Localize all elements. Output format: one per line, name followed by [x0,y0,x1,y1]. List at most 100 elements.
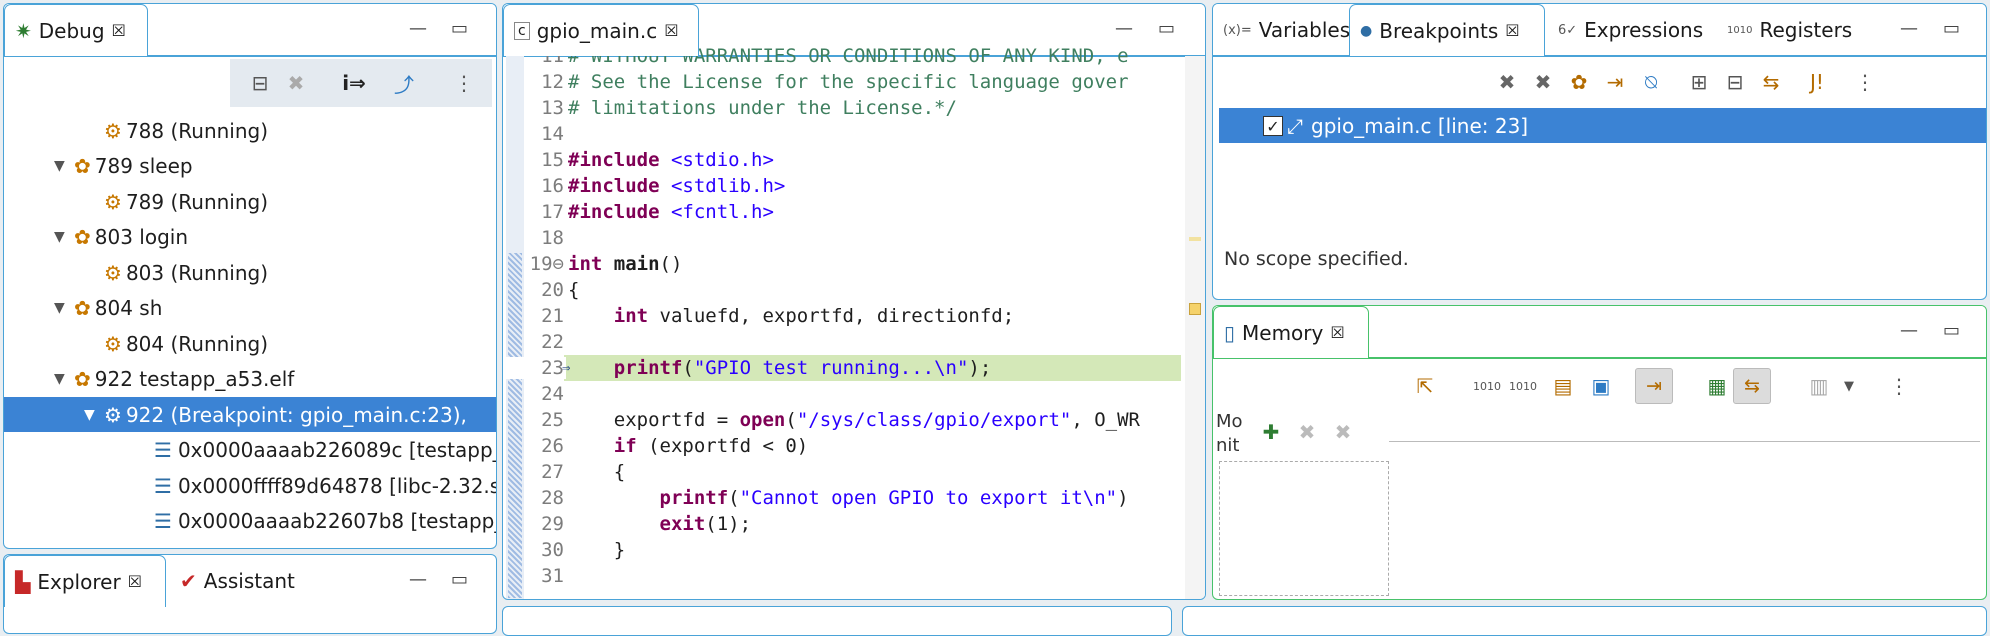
breakpoint-row[interactable]: ✓ ⤢ gpio_main.c [line: 23] [1219,108,1986,143]
goto-file-icon[interactable]: ⇥ [1603,70,1627,94]
tab-breakpoints[interactable]: ● Breakpoints ☒ [1349,4,1545,56]
minimize-icon[interactable]: — [1900,320,1918,341]
tree-item[interactable]: ⚙ 803 (Running) [4,255,496,290]
expand-arrow-icon[interactable]: ▼ [54,300,70,316]
code-line[interactable]: 24 [506,381,1181,407]
dropdown-icon[interactable]: ▼ [1837,374,1861,398]
tree-item[interactable]: ⚙ 804 (Running) [4,326,496,361]
new-tab-icon[interactable]: ▤ [1551,374,1575,398]
close-icon[interactable]: ☒ [1505,21,1519,40]
tree-item[interactable]: ⚙ 789 (Running) [4,184,496,219]
code-line[interactable]: 19⊖ int main() [506,251,1181,277]
close-icon[interactable]: ☒ [128,572,142,591]
expand-arrow-icon[interactable]: ▼ [54,229,70,245]
maximize-icon[interactable]: ▭ [451,18,468,39]
minimize-icon[interactable]: — [409,18,427,39]
tab-variables[interactable]: (x)= Variables [1213,4,1360,56]
minimize-icon[interactable]: — [1900,18,1918,39]
tab-registers[interactable]: 1010 Registers [1717,4,1862,56]
remove-all-icon[interactable]: ✖ [1531,70,1555,94]
remove-terminated-icon[interactable]: ✖ [284,71,308,95]
tree-item[interactable]: ▼ ✿ 789 sleep [4,149,496,184]
tree-item[interactable]: ▼ ✿ 804 sh [4,291,496,326]
expand-arrow-icon[interactable]: ▼ [84,407,100,423]
code-area[interactable]: 11 # WITHOUT WARRANTIES OR CONDITIONS OF … [506,45,1181,599]
code-line[interactable]: 20{ [506,277,1181,303]
tab-expressions[interactable]: 6✓ Expressions [1548,4,1713,56]
maximize-icon[interactable]: ▭ [1943,18,1960,39]
code-line[interactable]: 21 int valuefd, exportfd, directionfd; [506,303,1181,329]
maximize-icon[interactable]: ▭ [1158,18,1175,39]
code-line[interactable]: 13 # limitations under the License.*/ [506,95,1181,121]
step-return-icon[interactable]: ⤴ [392,71,416,97]
tree-item[interactable]: ☰ 0x0000aaaab22607b8 [testapp_ [4,504,496,539]
maximize-icon[interactable]: ▭ [451,569,468,590]
checkbox-icon[interactable]: ✓ [1263,115,1283,136]
collapse-all-icon[interactable]: ⊟ [248,71,272,95]
maximize-icon[interactable]: ▭ [1943,320,1960,341]
code-line[interactable]: 14 [506,121,1181,147]
tree-item[interactable]: ☰ 0x0000ffff89d64878 [libc-2.32.s [4,468,496,503]
view-menu-icon[interactable]: ⋮ [1853,70,1877,94]
collapse-all-icon[interactable]: ⊟ [1723,70,1747,94]
minimize-icon[interactable]: — [1115,18,1133,39]
code-line[interactable]: 25 exportfd = open("/sys/class/gpio/expo… [506,407,1181,433]
minimize-icon[interactable]: — [409,569,427,590]
code-line[interactable]: 26 if (exportfd < 0) [506,433,1181,459]
layout-icon[interactable]: ▦ [1705,374,1729,398]
toggle-split-button[interactable]: ⇥ [1635,368,1673,404]
monitors-list[interactable] [1219,461,1389,596]
skip-all-icon[interactable]: ⍉ [1639,70,1663,94]
close-icon[interactable]: ☒ [1330,323,1344,342]
code-line[interactable]: 22 [506,329,1181,355]
view-menu-icon[interactable]: ⋮ [1887,374,1911,398]
instruction-step-icon[interactable]: i⇒ [342,71,366,95]
tab-gpio-main[interactable]: c gpio_main.c ☒ [503,4,699,56]
expand-arrow-icon[interactable]: ▼ [54,158,70,174]
code-line[interactable]: 28 printf("Cannot open GPIO to export it… [506,485,1181,511]
rendering-icon[interactable]: ▥ [1807,374,1831,398]
code-line[interactable]: 27 { [506,459,1181,485]
show-supported-icon[interactable]: ✿ [1567,70,1591,94]
tree-item[interactable]: ▼ ⚙ 922 (Breakpoint: gpio_main.c:23), [4,397,496,432]
open-icon[interactable]: ▣ [1589,374,1613,398]
tree-item[interactable]: ▼ ✿ 922 testapp_a53.elf [4,362,496,397]
code-line[interactable]: 29 exit(1); [506,511,1181,537]
export-icon[interactable]: ⇱ [1413,374,1437,398]
tree-item-label: 0x0000aaaab22607b8 [testapp_ [177,509,497,533]
scope-text: No scope specified. [1224,248,1409,270]
import-icon[interactable]: 1010 [1473,374,1501,398]
tab-explorer[interactable]: ▙ Explorer ☒ [4,555,166,607]
tab-explorer-label: Explorer [37,569,121,594]
line-number: 31 [541,565,564,587]
code-line[interactable]: 31 [506,563,1181,589]
code-line[interactable]: 12 # See the License for the specific lan… [506,69,1181,95]
tree-item[interactable]: ⚙ 788 (Running) [4,113,496,148]
import-file-icon[interactable]: 1010 [1509,374,1537,398]
remove-all-monitors-icon[interactable]: ✖ [1331,420,1355,444]
expand-arrow-icon[interactable]: ▼ [54,371,70,387]
link-memory-button[interactable]: ⇆ [1733,368,1771,404]
java-exception-icon[interactable]: J! [1805,70,1829,94]
close-icon[interactable]: ☒ [664,21,678,40]
tab-assistant[interactable]: ✔ Assistant [170,555,305,607]
remove-monitor-icon[interactable]: ✖ [1295,420,1319,444]
remove-icon[interactable]: ✖ [1495,70,1519,94]
link-icon[interactable]: ⇆ [1759,70,1783,94]
code-line[interactable]: 15 #include <stdio.h> [506,147,1181,173]
close-icon[interactable]: ☒ [112,21,126,40]
view-menu-icon[interactable]: ⋮ [452,71,476,95]
tree-item[interactable]: ▼ ✿ 803 login [4,220,496,255]
code-line[interactable]: 17 #include <fcntl.h> [506,199,1181,225]
code-line[interactable]: 16 #include <stdlib.h> [506,173,1181,199]
debug-toolbar: ⊟ ✖ i⇒ ⤴ ⋮ [230,59,492,107]
code-line[interactable]: 30 } [506,537,1181,563]
add-monitor-icon[interactable]: ✚ [1259,420,1283,444]
tab-debug[interactable]: ✷ Debug ☒ [4,4,148,56]
tab-memory[interactable]: ▯ Memory ☒ [1213,306,1369,358]
code-line[interactable]: 18 [506,225,1181,251]
tree-item[interactable]: ☰ 0x0000aaaab226089c [testapp_ [4,433,496,468]
expand-all-icon[interactable]: ⊞ [1687,70,1711,94]
code-line[interactable]: ⇒ 23 printf("GPIO test running...\n"); [506,355,1181,381]
code-text: printf("GPIO test running...\n"); [613,357,992,379]
